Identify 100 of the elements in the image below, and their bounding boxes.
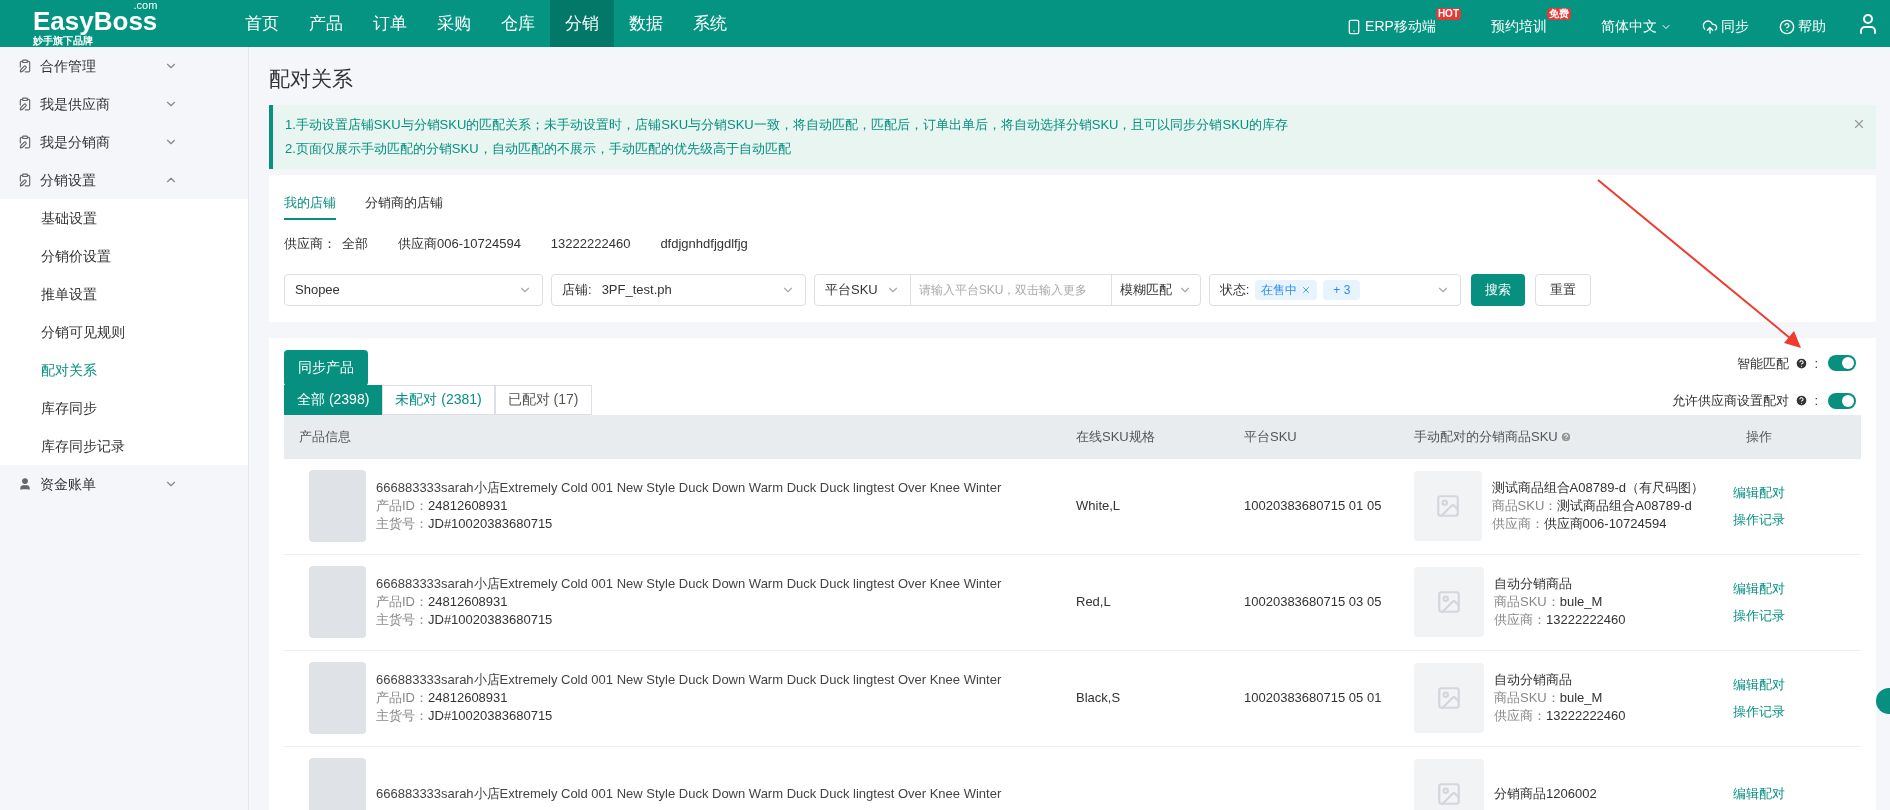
field-label: 商品SKU：	[1494, 594, 1560, 609]
supplier-name: 13222222460	[1546, 612, 1626, 627]
notice-text: 2.页面仅展示手动匹配的分销SKU，自动匹配的不展示，手动匹配的优先级高于自动匹配	[285, 139, 792, 158]
header-link[interactable]: 同步	[1702, 16, 1749, 37]
filter-tab[interactable]: 全部 (2398)	[284, 384, 383, 415]
action-link[interactable]: 操作记录	[1733, 702, 1785, 722]
store-tab[interactable]: 我的店铺	[284, 192, 336, 220]
nav-tab[interactable]: 采购	[422, 0, 486, 47]
nav-tab[interactable]: 首页	[230, 0, 294, 47]
action-link[interactable]: 编辑配对	[1733, 578, 1785, 598]
action-link[interactable]: 编辑配对	[1733, 674, 1785, 694]
product-id: 24812608931	[428, 498, 508, 513]
image-icon	[1436, 781, 1462, 807]
sidebar-item[interactable]: 配对关系	[0, 351, 248, 389]
action-link[interactable]: 编辑配对	[1733, 784, 1785, 804]
platform-sku: 10020383680715 05 01	[1244, 690, 1382, 706]
header-link[interactable]: ERP移动端	[1346, 16, 1436, 37]
sidebar-item[interactable]: 推单设置	[0, 275, 248, 313]
field-label: 供应商：	[1494, 708, 1546, 723]
clipboard-icon	[18, 173, 32, 187]
colon: :	[1814, 392, 1818, 410]
sidebar-item[interactable]: 库存同步记录	[0, 427, 248, 465]
column-header: 平台SKU	[1244, 427, 1297, 446]
sidebar-group[interactable]: 资金账单	[0, 465, 248, 503]
sidebar-group[interactable]: 合作管理	[0, 47, 248, 85]
help-icon	[1795, 394, 1809, 408]
matched-product-name: 测试商品组合A08789-d（有尺码图）	[1491, 479, 1704, 497]
matched-product-name: 自动分销商品	[1494, 575, 1573, 593]
photo-placeholder	[309, 566, 366, 638]
toggle-label: 允许供应商设置配对	[1672, 392, 1790, 410]
supplier-option[interactable]: dfdjgnhdfjgdlfjg	[660, 234, 748, 254]
field-label: 供应商：	[1491, 516, 1544, 531]
clipboard-icon	[18, 59, 32, 73]
promo-label: HOT	[1435, 8, 1461, 20]
field-label: 主货号：	[376, 516, 428, 531]
help-icon	[1779, 18, 1795, 35]
supplier-option[interactable]: 供应商006-10724594	[398, 234, 521, 254]
sku-spec: White,L	[1076, 498, 1121, 514]
help-icon	[1795, 356, 1809, 370]
action-link[interactable]: 操作记录	[1733, 510, 1785, 530]
filter-tab[interactable]: 未配对 (2381)	[382, 384, 495, 415]
sync-button[interactable]: 同步产品	[284, 349, 368, 386]
sku-spec: Red,L	[1076, 594, 1111, 610]
header-link[interactable]: 预约培训	[1491, 16, 1547, 37]
help-icon	[1559, 430, 1572, 443]
product-title[interactable]: 666883333sarah小店Extremely Cold 001 New Style Duck Down Warm Duck Duck lingtest Over Knee Winter	[376, 671, 1002, 689]
nav-tab[interactable]: 仓库	[486, 0, 550, 47]
action-link[interactable]: 编辑配对	[1733, 482, 1785, 502]
matched-sku: bule_M	[1559, 594, 1603, 609]
nav-tab[interactable]: 产品	[294, 0, 358, 47]
toggle-label: 智能匹配	[1737, 354, 1790, 373]
sidebar-item[interactable]: 库存同步	[0, 389, 248, 427]
toggle-switch[interactable]	[1828, 355, 1856, 372]
supplier-option[interactable]: 全部	[342, 234, 368, 254]
product-title[interactable]: 666883333sarah小店Extremely Cold 001 New Style Duck Down Warm Duck Duck lingtest Over Knee Winter	[376, 575, 1002, 593]
store-tab[interactable]: 分销商的店铺	[365, 192, 443, 220]
photo-placeholder	[309, 758, 366, 810]
action-link[interactable]: 操作记录	[1733, 606, 1785, 626]
store-select[interactable]: 店铺: 3PF_test.ph	[551, 273, 806, 306]
header-link[interactable]: 简体中文	[1601, 16, 1672, 37]
header-link[interactable]: 帮助	[1779, 16, 1826, 37]
platform-select[interactable]: Shopee	[284, 273, 543, 306]
sidebar-group[interactable]: 我是分销商	[0, 123, 248, 161]
field-label: 产品ID：	[376, 690, 428, 705]
column-header: 手动配对的分销商品SKU	[1414, 427, 1558, 446]
supplier-name: 供应商006-10724594	[1543, 516, 1667, 531]
status-select[interactable]: 状态: 在售中 + 3	[1208, 273, 1461, 306]
sidebar-group[interactable]: 分销设置	[0, 161, 248, 199]
matched-product-name: 自动分销商品	[1494, 671, 1573, 689]
sidebar-item[interactable]: 分销价设置	[0, 237, 248, 275]
logo-suffix: .com	[133, 0, 158, 10]
field-label: 供应商：	[1494, 612, 1546, 627]
sidebar-group[interactable]: 我是供应商	[0, 85, 248, 123]
nav-tab[interactable]: 分销	[550, 0, 614, 47]
column-header: 产品信息	[299, 427, 351, 446]
field-label: 产品ID：	[376, 594, 428, 609]
sidebar-item[interactable]: 分销可见规则	[0, 313, 248, 351]
product-title[interactable]: 666883333sarah小店Extremely Cold 001 New Style Duck Down Warm Duck Duck lingtest Over Knee Winter	[376, 479, 1002, 497]
search-button[interactable]: 搜索	[1470, 273, 1525, 306]
field-label: 产品ID：	[376, 498, 428, 513]
photo-placeholder	[309, 470, 366, 542]
clipboard-icon	[18, 97, 32, 111]
platform-sku: 10020383680715 03 05	[1244, 594, 1382, 610]
nav-tab[interactable]: 系统	[678, 0, 742, 47]
field-label: 商品SKU：	[1491, 498, 1558, 513]
toggle-switch[interactable]	[1828, 392, 1856, 409]
product-title[interactable]: 666883333sarah小店Extremely Cold 001 New Style Duck Down Warm Duck Duck lingtest Over Knee Winter	[376, 785, 1002, 803]
nav-tab[interactable]: 数据	[614, 0, 678, 47]
platform-sku: 10020383680715 01 05	[1244, 498, 1382, 514]
reset-button[interactable]: 重置	[1534, 273, 1591, 306]
close-icon	[1301, 284, 1312, 295]
cloud-icon	[1702, 18, 1718, 35]
filter-label: 供应商：	[284, 235, 336, 253]
product-id: 24812608931	[428, 690, 508, 705]
nav-tab[interactable]: 订单	[358, 0, 422, 47]
sidebar-item[interactable]: 基础设置	[0, 199, 248, 237]
image-icon	[1436, 589, 1462, 615]
product-id: 24812608931	[428, 594, 508, 609]
filter-tab[interactable]: 已配对 (17)	[494, 384, 592, 415]
supplier-option[interactable]: 13222222460	[550, 234, 631, 254]
